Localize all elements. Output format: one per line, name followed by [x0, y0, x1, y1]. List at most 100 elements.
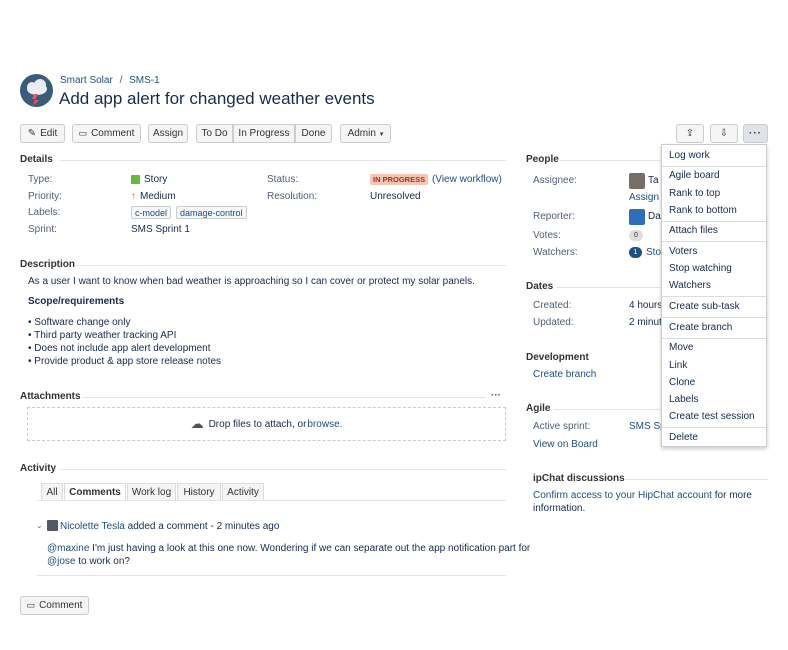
- attachments-more-icon[interactable]: ···: [491, 390, 501, 401]
- hipchat-text-line1: Confirm access to your HipChat account f…: [533, 490, 752, 501]
- priority-label: Priority:: [28, 191, 62, 202]
- admin-dropdown[interactable]: Admin ▾: [340, 124, 391, 143]
- view-on-board-link[interactable]: View on Board: [533, 439, 598, 450]
- menu-item-watchers[interactable]: Watchers: [669, 280, 711, 291]
- stop-watching-link[interactable]: Sto: [646, 247, 661, 258]
- view-workflow-link[interactable]: (View workflow): [432, 174, 502, 185]
- breadcrumb-project[interactable]: Smart Solar: [60, 75, 113, 86]
- attachments-divider: [82, 397, 486, 398]
- status-badge: IN PROGRESS: [370, 174, 429, 185]
- menu-item-clone[interactable]: Clone: [669, 377, 695, 388]
- menu-item-create-branch[interactable]: Create branch: [669, 322, 732, 333]
- people-heading: People: [526, 154, 559, 165]
- todo-button[interactable]: To Do: [196, 124, 233, 143]
- browse-link[interactable]: browse.: [307, 419, 342, 430]
- menu-item-delete[interactable]: Delete: [669, 432, 698, 443]
- mention-maxine[interactable]: @maxine: [47, 543, 89, 554]
- comments-bottom-divider: [37, 575, 506, 576]
- comment-text: to work on?: [75, 556, 130, 567]
- description-text[interactable]: As a user I want to know when bad weathe…: [28, 276, 475, 287]
- menu-separator: [662, 427, 766, 428]
- tab-activity[interactable]: Activity: [222, 483, 264, 501]
- hipchat-heading: ipChat discussions: [533, 473, 625, 484]
- menu-separator: [662, 317, 766, 318]
- status-label: Status:: [267, 174, 299, 185]
- active-sprint-label: Active sprint:: [533, 421, 591, 432]
- edit-button[interactable]: ✎ Edit: [20, 124, 65, 143]
- breadcrumb-issue-key[interactable]: SMS-1: [129, 75, 160, 86]
- menu-item-link[interactable]: Link: [669, 360, 687, 371]
- hipchat-text-line2: information.: [533, 503, 586, 514]
- menu-item-create-test-session[interactable]: Create test session: [669, 411, 755, 422]
- people-divider: [560, 160, 660, 161]
- menu-item-labels[interactable]: Labels: [669, 394, 698, 405]
- comment-button[interactable]: ▭ Comment: [72, 124, 141, 143]
- share-icon: ⇪: [685, 128, 695, 139]
- story-icon: [131, 175, 140, 184]
- priority-value: ↑ Medium: [131, 191, 176, 202]
- menu-item-rank-top[interactable]: Rank to top: [669, 188, 720, 199]
- comment-collapse-icon[interactable]: ⌄: [36, 521, 43, 530]
- commenter-avatar: [47, 520, 58, 531]
- attachments-heading: Attachments: [20, 391, 81, 402]
- more-icon: ···: [749, 128, 762, 139]
- comment-icon: ▭: [78, 128, 88, 138]
- comment-meta: added a comment - 2 minutes ago: [124, 521, 280, 532]
- label-tag[interactable]: damage-control: [176, 206, 247, 219]
- agile-heading: Agile: [526, 403, 551, 414]
- menu-item-attach-files[interactable]: Attach files: [669, 225, 718, 236]
- priority-up-icon: ↑: [131, 191, 136, 202]
- votes-badge[interactable]: 0: [629, 230, 643, 241]
- breadcrumb-separator: /: [119, 75, 123, 86]
- development-heading: Development: [526, 352, 589, 363]
- reporter-avatar: [629, 209, 645, 225]
- tab-history[interactable]: History: [177, 483, 221, 501]
- in-progress-button[interactable]: In Progress: [233, 124, 295, 143]
- assignee-avatar: [629, 173, 645, 189]
- scope-item: • Third party weather tracking API: [28, 330, 177, 341]
- scope-item: • Does not include app alert development: [28, 343, 211, 354]
- menu-item-rank-bottom[interactable]: Rank to bottom: [669, 205, 737, 216]
- edit-label: Edit: [40, 128, 58, 139]
- hipchat-confirm-link[interactable]: Confirm access to your HipChat account: [533, 490, 712, 501]
- export-button[interactable]: ⇩: [710, 124, 738, 143]
- cloud-icon: [27, 79, 47, 106]
- label-tag[interactable]: c-model: [131, 206, 172, 219]
- share-button[interactable]: ⇪: [676, 124, 704, 143]
- menu-item-stop-watching[interactable]: Stop watching: [669, 263, 732, 274]
- drop-text: Drop files to attach, or: [208, 418, 307, 430]
- watchers-badge[interactable]: 1: [629, 247, 642, 258]
- menu-separator: [662, 221, 766, 222]
- tab-comments[interactable]: Comments: [64, 483, 126, 501]
- add-comment-button[interactable]: ▭ Comment: [20, 596, 89, 615]
- comment-author[interactable]: Nicolette Tesla: [60, 521, 125, 532]
- more-actions-menu: Log work Agile board Rank to top Rank to…: [661, 144, 767, 447]
- project-avatar[interactable]: [20, 74, 53, 107]
- menu-item-log-work[interactable]: Log work: [669, 150, 710, 161]
- attachment-dropzone[interactable]: ☁ Drop files to attach, or browse.: [27, 407, 506, 441]
- comment-body-line2: @jose to work on?: [47, 556, 130, 567]
- details-divider: [60, 160, 506, 161]
- export-icon: ⇩: [719, 128, 729, 139]
- agile-divider: [554, 409, 660, 410]
- menu-item-agile-board[interactable]: Agile board: [669, 170, 720, 181]
- menu-separator: [662, 166, 766, 167]
- tab-all[interactable]: All: [41, 483, 63, 501]
- done-button[interactable]: Done: [295, 124, 332, 143]
- menu-item-voters[interactable]: Voters: [669, 246, 697, 257]
- labels-label: Labels:: [28, 207, 61, 218]
- comment-body-line1: @maxine I'm just having a look at this o…: [47, 543, 530, 554]
- assign-button[interactable]: Assign: [148, 124, 188, 143]
- tab-work-log[interactable]: Work log: [127, 483, 176, 501]
- menu-item-create-subtask[interactable]: Create sub-task: [669, 301, 740, 312]
- watchers-label: Watchers:: [533, 247, 578, 258]
- scope-heading: Scope/requirements: [28, 296, 125, 307]
- menu-item-move[interactable]: Move: [669, 342, 693, 353]
- create-branch-link[interactable]: Create branch: [533, 369, 596, 380]
- mention-jose[interactable]: @jose: [47, 556, 76, 567]
- assign-to-me-link[interactable]: Assign: [629, 192, 659, 203]
- comment-text: I'm just having a look at this one now. …: [89, 543, 531, 554]
- issue-title[interactable]: Add app alert for changed weather events: [59, 89, 375, 109]
- more-actions-button[interactable]: ···: [743, 124, 768, 143]
- upload-cloud-icon: ☁: [190, 416, 204, 431]
